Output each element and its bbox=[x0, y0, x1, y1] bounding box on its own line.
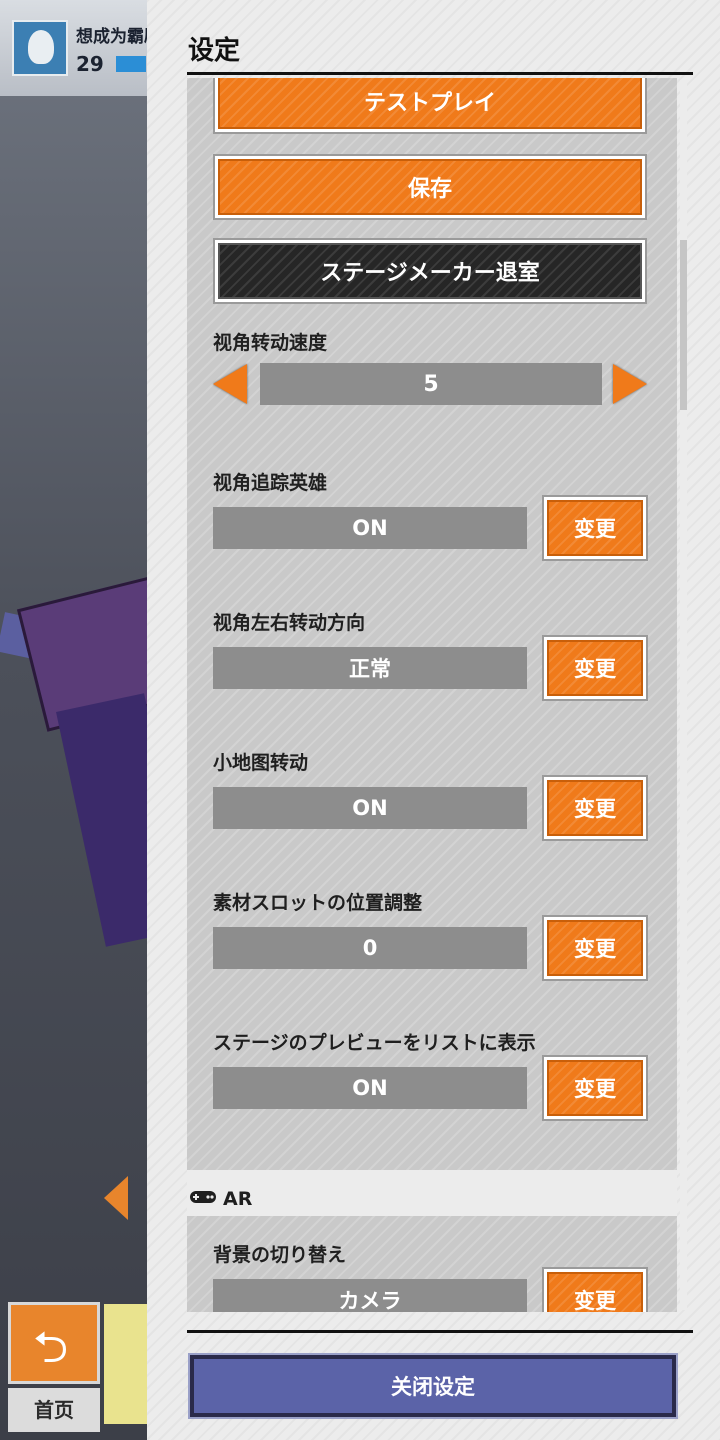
change-button-rotation-direction[interactable]: 变更 bbox=[542, 635, 648, 701]
save-button[interactable]: 保存 bbox=[213, 154, 647, 220]
change-button-follow-hero[interactable]: 变更 bbox=[542, 495, 648, 561]
setting-label-stage-preview: ステージのプレビューをリストに表示 bbox=[213, 1032, 536, 1054]
change-button-minimap-rotation[interactable]: 变更 bbox=[542, 775, 648, 841]
setting-label-follow-hero: 视角追踪英雄 bbox=[213, 472, 328, 494]
setting-value-minimap-rotation: ON bbox=[213, 787, 527, 829]
title-divider bbox=[187, 72, 693, 75]
setting-value-background-switch: カメラ bbox=[213, 1279, 527, 1312]
close-settings-button-label: 关闭设定 bbox=[391, 1375, 475, 1399]
home-label: 首页 bbox=[8, 1388, 100, 1432]
change-button-label: 变更 bbox=[574, 1289, 616, 1312]
panel-title: 设定 bbox=[188, 36, 241, 66]
close-settings-button[interactable]: 关闭设定 bbox=[188, 1353, 678, 1419]
settings-panel: 设定 テストプレイ 保存 ステージメーカー退室 视角转动速度 5 视角追踪英雄 … bbox=[147, 0, 720, 1440]
setting-value-follow-hero: ON bbox=[213, 507, 527, 549]
change-button-label: 变更 bbox=[574, 517, 616, 541]
bottom-divider bbox=[187, 1330, 693, 1333]
change-button-label: 变更 bbox=[574, 797, 616, 821]
settings-scroll-area[interactable]: テストプレイ 保存 ステージメーカー退室 视角转动速度 5 视角追踪英雄 ON … bbox=[187, 78, 677, 1312]
setting-value-rotation-direction: 正常 bbox=[213, 647, 527, 689]
setting-label-slot-position: 素材スロットの位置調整 bbox=[213, 892, 423, 914]
decrease-arrow-icon[interactable] bbox=[213, 364, 247, 404]
ar-section-header bbox=[187, 1170, 677, 1216]
mode-button bbox=[104, 1304, 152, 1424]
setting-label-minimap-rotation: 小地图转动 bbox=[213, 752, 309, 774]
increase-arrow-icon[interactable] bbox=[613, 364, 647, 404]
scrollbar-thumb[interactable] bbox=[680, 240, 687, 410]
player-level: 29 bbox=[76, 52, 104, 76]
setting-label-rotation-direction: 视角左右转动方向 bbox=[213, 612, 366, 634]
setting-label-background-switch: 背景の切り替え bbox=[213, 1244, 347, 1266]
setting-value-stage-preview: ON bbox=[213, 1067, 527, 1109]
change-button-stage-preview[interactable]: 变更 bbox=[542, 1055, 648, 1121]
level-progress-bar bbox=[116, 56, 146, 72]
setting-value-slot-position: 0 bbox=[213, 927, 527, 969]
ar-section-title: AR bbox=[223, 1188, 253, 1210]
test-play-button[interactable]: テストプレイ bbox=[213, 78, 647, 134]
player-avatar bbox=[12, 20, 68, 76]
camera-speed-value: 5 bbox=[260, 363, 602, 405]
test-play-button-label: テストプレイ bbox=[363, 91, 496, 116]
change-button-slot-position[interactable]: 变更 bbox=[542, 915, 648, 981]
change-button-label: 变更 bbox=[574, 1077, 616, 1101]
exit-stage-maker-button[interactable]: ステージメーカー退室 bbox=[213, 238, 647, 304]
save-button-label: 保存 bbox=[407, 177, 452, 202]
change-button-label: 变更 bbox=[574, 657, 616, 681]
change-button-label: 变更 bbox=[574, 937, 616, 961]
carousel-prev-arrow-icon bbox=[104, 1176, 128, 1220]
change-button-background-switch[interactable]: 变更 bbox=[542, 1267, 648, 1312]
home-button bbox=[8, 1302, 100, 1390]
gamepad-icon bbox=[190, 1191, 216, 1203]
exit-stage-maker-button-label: ステージメーカー退室 bbox=[320, 261, 540, 286]
camera-speed-label: 视角转动速度 bbox=[213, 332, 328, 354]
